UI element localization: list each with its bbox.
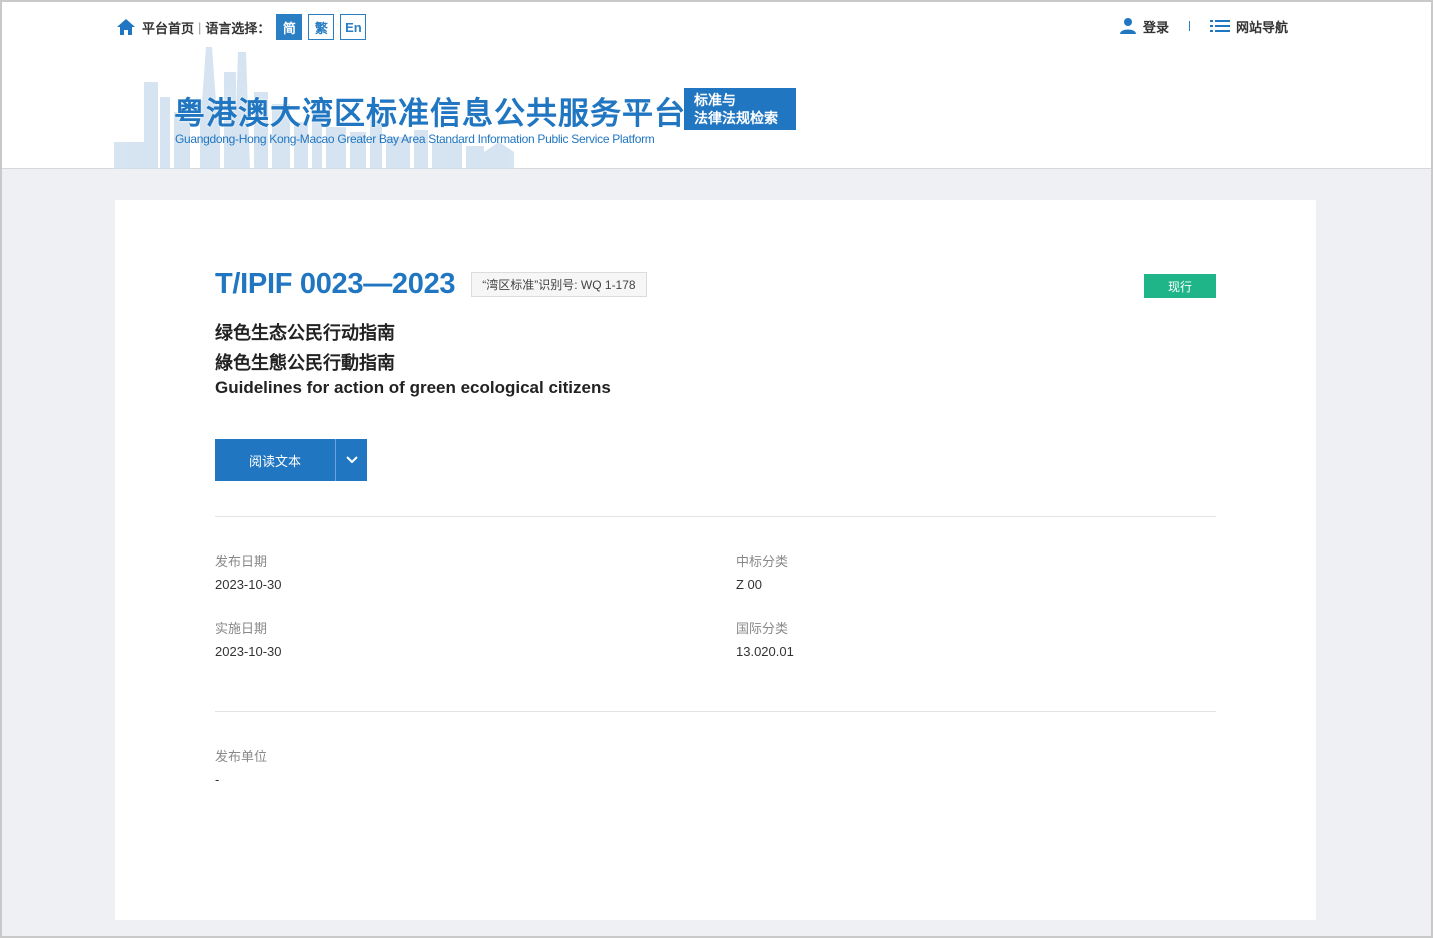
title-traditional: 綠色生態公民行動指南: [215, 353, 395, 373]
standard-code: T/IPIF 0023—2023: [215, 268, 456, 300]
publisher-label: 发布单位: [215, 749, 268, 764]
divider: [1189, 21, 1191, 31]
ccs-label: 中标分类: [736, 554, 789, 569]
site-section-tag: 标准与 法律法规检索: [684, 88, 796, 130]
divider: |: [198, 19, 202, 35]
gba-identifier-badge: “湾区标准”识别号: WQ 1-178: [471, 272, 647, 297]
chevron-down-icon[interactable]: [336, 439, 367, 481]
standard-detail-card: T/IPIF 0023—2023 “湾区标准”识别号: WQ 1-178 现行 …: [115, 200, 1316, 920]
lang-traditional-button[interactable]: 繁: [308, 14, 335, 40]
user-icon[interactable]: [1119, 17, 1137, 35]
divider: [215, 711, 1216, 712]
read-text-button-group: 阅读文本: [215, 439, 367, 481]
ics-value: 13.020.01: [736, 644, 794, 659]
implementation-date-label: 实施日期: [215, 621, 268, 636]
login-link[interactable]: 登录: [1143, 17, 1169, 36]
title-simplified: 绿色生态公民行动指南: [215, 323, 395, 343]
language-prompt: 语言选择：: [205, 20, 271, 36]
title-english: Guidelines for action of green ecologica…: [215, 378, 611, 397]
ccs-value: Z 00: [736, 577, 763, 592]
site-title[interactable]: 粤港澳大湾区标准信息公共服务平台: [174, 88, 686, 133]
top-utility-bar: 平台首页 | 语言选择： 简 繁 En: [116, 12, 367, 42]
lang-simplified-button[interactable]: 简: [276, 14, 303, 40]
status-badge: 现行: [1144, 274, 1216, 298]
home-icon[interactable]: [116, 17, 136, 37]
site-nav-link[interactable]: 网站导航: [1236, 17, 1288, 36]
publish-date-label: 发布日期: [215, 554, 268, 569]
implementation-date-value: 2023-10-30: [215, 644, 282, 659]
standard-code-row: T/IPIF 0023—2023 “湾区标准”识别号: WQ 1-178: [215, 268, 647, 301]
publisher-value: -: [215, 772, 220, 787]
divider: [215, 516, 1216, 517]
tag-line-1: 标准与: [694, 92, 736, 108]
header-right-links: 登录 网站导航: [1119, 15, 1288, 37]
publish-date-value: 2023-10-30: [215, 577, 282, 592]
lang-english-button[interactable]: En: [340, 14, 367, 40]
tag-line-2: 法律法规检索: [694, 110, 778, 126]
read-text-button[interactable]: 阅读文本: [215, 439, 336, 481]
ics-label: 国际分类: [736, 621, 789, 636]
list-icon[interactable]: [1210, 19, 1231, 33]
site-subtitle: Guangdong-Hong Kong-Macao Greater Bay Ar…: [175, 132, 655, 146]
home-link[interactable]: 平台首页: [142, 18, 194, 37]
